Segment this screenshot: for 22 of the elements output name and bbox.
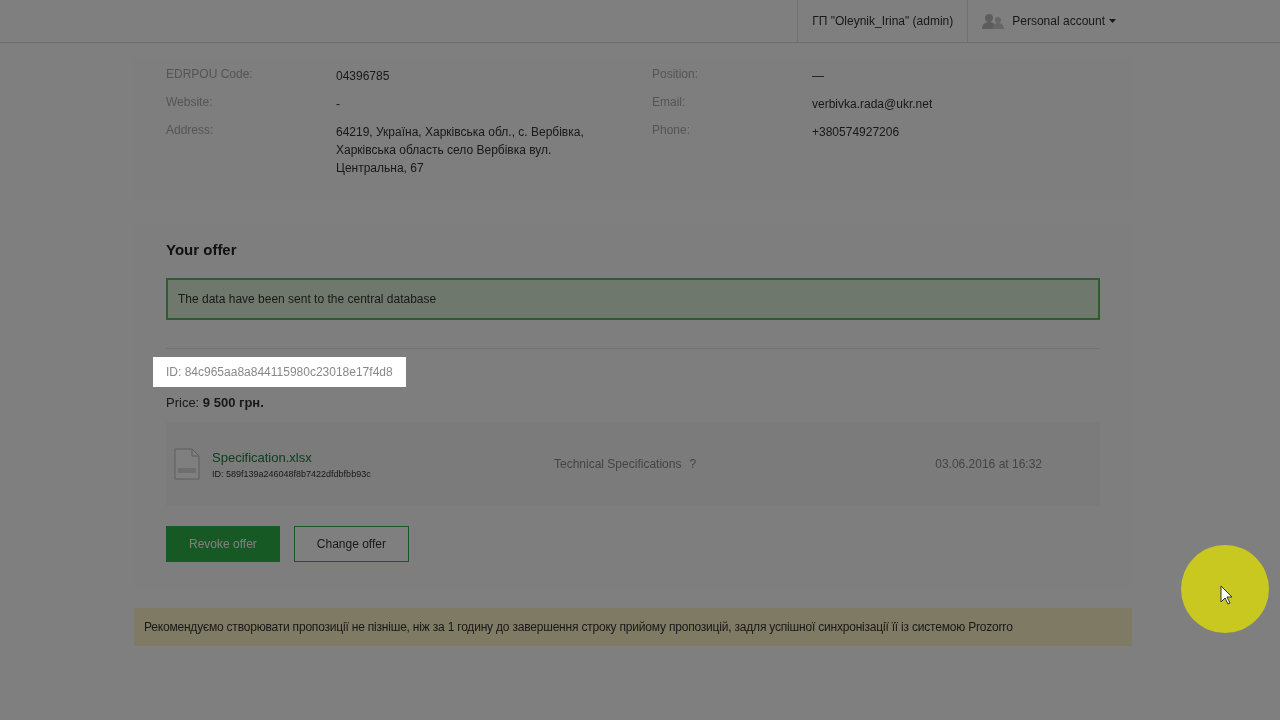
document-link[interactable]: Specification.xlsx xyxy=(212,449,554,465)
success-alert: The data have been sent to the central database xyxy=(166,278,1100,320)
revoke-button[interactable]: Revoke offer xyxy=(166,526,280,562)
caret-icon xyxy=(1109,19,1116,23)
notice-bar: Рекомендуємо створювати пропозиції не пізніше, ніж за 1 годину до завершення строку прийому пропозицій, задля успішної синхронізації її із системою Prozorro xyxy=(134,608,1132,646)
change-button[interactable]: Change offer xyxy=(293,526,409,562)
field-value: - xyxy=(336,96,341,113)
offer-id: ID: 84c965aa8a844115980c23018e17f4d8 xyxy=(153,357,406,387)
user-name: ГП "Oleynik_Irina" (admin) xyxy=(812,14,954,28)
file-icon xyxy=(174,448,200,480)
offer-title: Your offer xyxy=(166,241,238,258)
field-value: 64219, Україна, Харківська обл., с. Вербівка, Харківська область село Вербівка вул. Центральна, 67 xyxy=(336,124,585,177)
field-value: +380574927206 xyxy=(812,124,901,141)
offer-price: Price: 9 500 грн. xyxy=(166,395,265,410)
field-value: 04396785 xyxy=(336,68,391,85)
cursor-highlight-icon xyxy=(1180,544,1270,634)
document-id: ID: 589f139a246048f8b7422dfdbfbb93c xyxy=(212,468,372,479)
field-value: — xyxy=(812,68,825,85)
account-menu[interactable]: Personal account xyxy=(1012,14,1116,28)
users-icon xyxy=(982,13,1005,29)
field-value: verbivka.rada@ukr.net xyxy=(812,96,934,113)
help-mark[interactable]: ? xyxy=(689,457,697,471)
